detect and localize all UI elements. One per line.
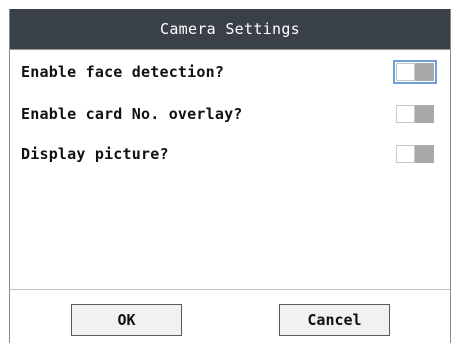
toggle-knob bbox=[396, 63, 415, 81]
toggle-track bbox=[415, 63, 434, 81]
toggle-track bbox=[415, 105, 434, 123]
card-overlay-toggle[interactable] bbox=[396, 105, 434, 123]
toggle-knob bbox=[396, 105, 415, 123]
face-detection-toggle[interactable] bbox=[393, 60, 437, 84]
dialog-title: Camera Settings bbox=[160, 20, 300, 38]
card-overlay-label: Enable card No. overlay? bbox=[21, 105, 243, 123]
setting-row-face-detection: Enable face detection? bbox=[10, 57, 450, 87]
display-picture-toggle[interactable] bbox=[396, 145, 434, 163]
toggle-knob bbox=[396, 145, 415, 163]
dialog-title-bar: Camera Settings bbox=[10, 9, 450, 50]
camera-settings-dialog: Camera Settings Enable face detection? E… bbox=[9, 9, 451, 343]
toggle-track bbox=[415, 145, 434, 163]
setting-row-card-overlay: Enable card No. overlay? bbox=[10, 99, 450, 129]
ok-button[interactable]: OK bbox=[71, 304, 182, 336]
setting-row-display-picture: Display picture? bbox=[10, 139, 450, 169]
dialog-footer: OK Cancel bbox=[10, 289, 450, 344]
cancel-button[interactable]: Cancel bbox=[279, 304, 390, 336]
face-detection-label: Enable face detection? bbox=[21, 63, 225, 81]
display-picture-label: Display picture? bbox=[21, 145, 169, 163]
